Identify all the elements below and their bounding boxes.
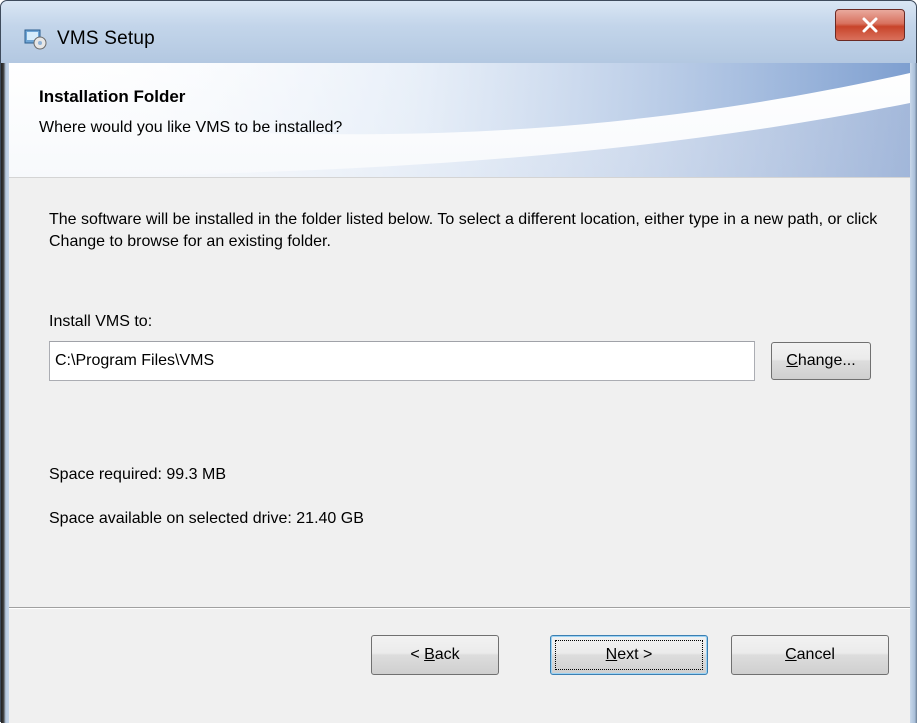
back-button[interactable]: < Back [371,635,499,675]
cancel-button-mnemonic: C [785,646,797,663]
setup-app-icon [24,29,47,50]
back-button-prefix: < [410,646,425,663]
change-button[interactable]: Change... [771,342,871,380]
window-frame-left [1,63,9,723]
close-icon [862,17,878,33]
footer-divider-highlight [9,608,910,609]
back-button-mnemonic: B [424,646,435,663]
setup-window: VMS Setup Installation Folder Where woul… [0,0,917,723]
title-bar[interactable]: VMS Setup [1,1,916,63]
change-button-label: hange... [797,352,856,369]
space-available-text: Space available on selected drive: 21.40… [49,510,364,527]
close-button[interactable] [835,9,905,41]
change-button-mnemonic: C [786,352,798,369]
instructions-text: The software will be installed in the fo… [49,211,878,250]
space-required-text: Space required: 99.3 MB [49,466,226,483]
cancel-button-label: ancel [796,646,835,663]
next-button-focus-ring [555,640,703,670]
cancel-button[interactable]: Cancel [731,635,889,675]
header-title: Installation Folder [39,87,186,106]
back-button-label: ack [434,646,460,663]
header-banner: Installation Folder Where would you like… [9,63,910,178]
header-subtitle: Where would you like VMS to be installed… [39,119,343,136]
dialog-client-area: Installation Folder Where would you like… [9,63,910,723]
window-title: VMS Setup [57,28,155,49]
window-frame-right [910,63,917,723]
install-location-label: Install VMS to: [49,313,153,330]
install-path-input[interactable] [49,341,755,381]
next-button[interactable]: Next > [550,635,708,675]
